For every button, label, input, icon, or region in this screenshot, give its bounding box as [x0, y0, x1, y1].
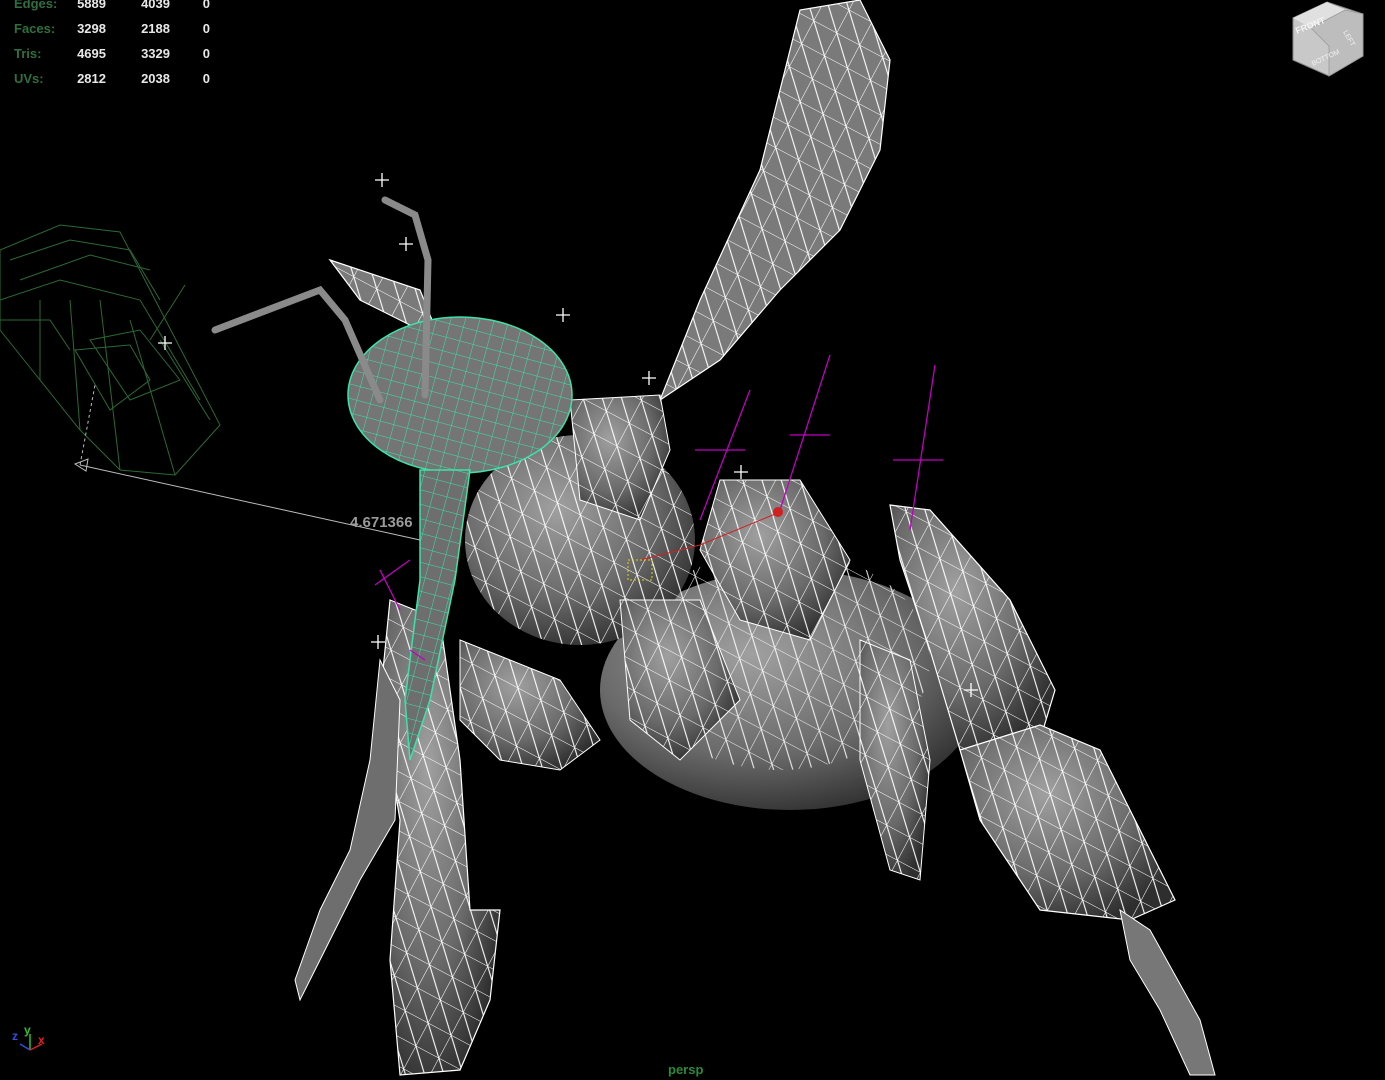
hud-value: 2188: [141, 21, 170, 36]
hud-label: UVs:: [14, 71, 44, 86]
hud-value: 0: [202, 21, 210, 36]
hud-value: 5889: [77, 0, 106, 11]
hud-label: Edges:: [14, 0, 58, 11]
hud-value: 2812: [77, 71, 106, 86]
leg-hind-right: [889, 504, 1216, 1076]
hud-label: Faces:: [14, 21, 56, 36]
axis-y-label: y: [24, 1023, 31, 1037]
hud-value: 3298: [77, 21, 106, 36]
axis-gizmo-icon: y x z: [8, 1020, 58, 1070]
hud-value: 3329: [141, 46, 170, 61]
view-cube-icon[interactable]: FRONT LEFT BOTTOM: [1285, 0, 1375, 80]
scene-canvas[interactable]: [0, 0, 1385, 1080]
axis-x-label: x: [38, 1033, 45, 1047]
hud-value: 0: [202, 46, 210, 61]
camera-name-label: persp: [668, 1062, 704, 1077]
hud-value: 4695: [77, 46, 106, 61]
distance-readout: 4.671366: [350, 514, 413, 531]
hud-value: 2038: [141, 71, 170, 86]
hud-label: Tris:: [14, 46, 42, 61]
hud-value: 0: [202, 71, 210, 86]
viewport-persp[interactable]: Edges: 5889 4039 0 Faces: 3298 2188 0 Tr…: [0, 0, 1385, 1080]
locator-wireframe: [0, 224, 221, 476]
hud-value: 4039: [141, 0, 170, 11]
wing-upper: [658, 0, 891, 402]
hud-value: 0: [202, 0, 210, 11]
axis-z-label: z: [12, 1029, 18, 1043]
